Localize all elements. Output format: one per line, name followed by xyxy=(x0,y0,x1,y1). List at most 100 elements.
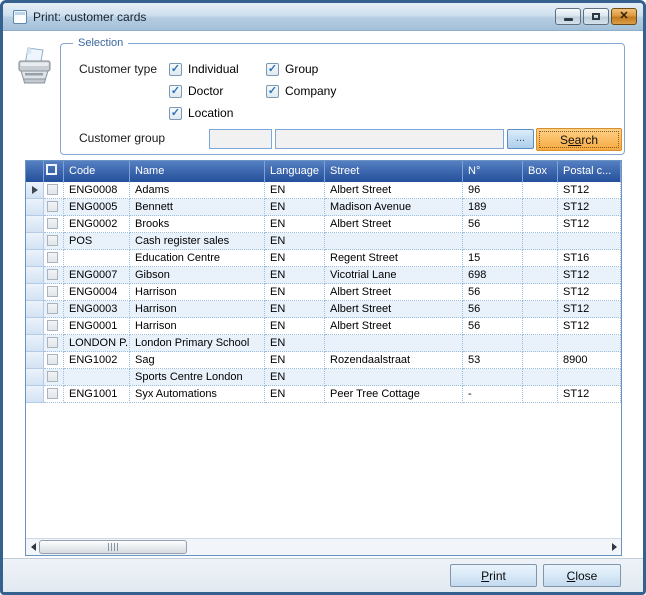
cell-postal[interactable]: ST12 xyxy=(558,301,621,318)
checkbox-option[interactable]: ✓ Individual xyxy=(169,58,266,80)
cell-language[interactable]: EN xyxy=(265,199,325,216)
row-selector-cell[interactable] xyxy=(26,199,44,216)
cell-postal[interactable]: ST12 xyxy=(558,216,621,233)
cell-no[interactable]: 56 xyxy=(463,318,523,335)
cell-language[interactable]: EN xyxy=(265,216,325,233)
restore-button[interactable] xyxy=(583,8,609,25)
cell-box[interactable] xyxy=(523,318,558,335)
cell-box[interactable] xyxy=(523,386,558,403)
row-checkbox-cell[interactable] xyxy=(44,386,64,403)
cell-box[interactable] xyxy=(523,284,558,301)
cell-box[interactable] xyxy=(523,233,558,250)
table-row[interactable]: Education Centre EN Regent Street 15 ST16 xyxy=(26,250,621,267)
cell-street[interactable] xyxy=(325,233,463,250)
cell-language[interactable]: EN xyxy=(265,369,325,386)
print-button[interactable]: Print xyxy=(450,564,537,587)
cell-language[interactable]: EN xyxy=(265,352,325,369)
scrollbar-thumb[interactable] xyxy=(39,540,187,554)
cell-box[interactable] xyxy=(523,301,558,318)
cell-postal[interactable]: ST12 xyxy=(558,386,621,403)
row-checkbox-cell[interactable] xyxy=(44,335,64,352)
table-row[interactable]: ENG0008 Adams EN Albert Street 96 ST12 xyxy=(26,182,621,199)
row-selector-cell[interactable] xyxy=(26,233,44,250)
cell-street[interactable]: Regent Street xyxy=(325,250,463,267)
column-header[interactable]: Postal c... xyxy=(558,161,621,182)
row-checkbox[interactable] xyxy=(47,269,58,280)
cell-postal[interactable] xyxy=(558,233,621,250)
cell-no[interactable] xyxy=(463,233,523,250)
cell-name[interactable]: Harrison xyxy=(130,284,265,301)
checkbox-icon[interactable]: ✓ xyxy=(266,62,279,76)
cell-street[interactable]: Madison Avenue xyxy=(325,199,463,216)
cell-code[interactable]: LONDON P... xyxy=(64,335,130,352)
column-header[interactable]: Code xyxy=(64,161,130,182)
scroll-right-arrow[interactable] xyxy=(607,539,621,555)
table-row[interactable]: ENG1001 Syx Automations EN Peer Tree Cottag… xyxy=(26,386,621,403)
cell-no[interactable]: 53 xyxy=(463,352,523,369)
row-selector-cell[interactable] xyxy=(26,386,44,403)
cell-code[interactable] xyxy=(64,369,130,386)
cell-no[interactable]: 56 xyxy=(463,284,523,301)
row-checkbox[interactable] xyxy=(47,388,58,399)
table-row[interactable]: ENG0003 Harrison EN Albert Street 56 ST12 xyxy=(26,301,621,318)
row-checkbox[interactable] xyxy=(47,235,58,246)
checkbox-icon[interactable]: ✓ xyxy=(169,84,182,98)
search-button[interactable]: Search xyxy=(536,128,622,151)
cell-postal[interactable] xyxy=(558,369,621,386)
table-row[interactable]: ENG0004 Harrison EN Albert Street 56 ST12 xyxy=(26,284,621,301)
cell-code[interactable]: ENG0007 xyxy=(64,267,130,284)
column-header[interactable]: Street xyxy=(325,161,463,182)
cell-code[interactable]: ENG0002 xyxy=(64,216,130,233)
cell-street[interactable]: Albert Street xyxy=(325,301,463,318)
row-checkbox-cell[interactable] xyxy=(44,199,64,216)
cell-name[interactable]: Sports Centre London xyxy=(130,369,265,386)
cell-code[interactable]: ENG0008 xyxy=(64,182,130,199)
cell-code[interactable]: ENG0005 xyxy=(64,199,130,216)
cell-box[interactable] xyxy=(523,335,558,352)
checkbox-option[interactable]: ✓ Location xyxy=(169,102,266,124)
cell-name[interactable]: Syx Automations xyxy=(130,386,265,403)
cell-street[interactable]: Vicotrial Lane xyxy=(325,267,463,284)
cell-no[interactable]: 96 xyxy=(463,182,523,199)
cell-name[interactable]: Sag xyxy=(130,352,265,369)
cell-name[interactable]: Harrison xyxy=(130,301,265,318)
cell-language[interactable]: EN xyxy=(265,318,325,335)
row-checkbox-cell[interactable] xyxy=(44,318,64,335)
cell-box[interactable] xyxy=(523,199,558,216)
table-row[interactable]: ENG0005 Bennett EN Madison Avenue 189 ST12 xyxy=(26,199,621,216)
row-checkbox-cell[interactable] xyxy=(44,352,64,369)
row-checkbox-cell[interactable] xyxy=(44,250,64,267)
customer-group-name-input[interactable] xyxy=(275,129,504,149)
cell-box[interactable] xyxy=(523,267,558,284)
cell-box[interactable] xyxy=(523,182,558,199)
cell-no[interactable]: 15 xyxy=(463,250,523,267)
cell-street[interactable]: Peer Tree Cottage xyxy=(325,386,463,403)
checkbox-icon[interactable]: ✓ xyxy=(169,62,182,76)
checkbox-option[interactable]: ✓ Group xyxy=(266,58,426,80)
close-button[interactable]: Close xyxy=(543,564,621,587)
table-row[interactable]: Sports Centre London EN xyxy=(26,369,621,386)
cell-street[interactable]: Rozendaalstraat xyxy=(325,352,463,369)
cell-language[interactable]: EN xyxy=(265,335,325,352)
cell-language[interactable]: EN xyxy=(265,233,325,250)
row-checkbox-cell[interactable] xyxy=(44,182,64,199)
row-selector-cell[interactable] xyxy=(26,216,44,233)
row-selector-cell[interactable] xyxy=(26,318,44,335)
row-selector-cell[interactable] xyxy=(26,267,44,284)
cell-code[interactable] xyxy=(64,250,130,267)
cell-name[interactable]: Adams xyxy=(130,182,265,199)
row-checkbox[interactable] xyxy=(47,303,58,314)
cell-language[interactable]: EN xyxy=(265,301,325,318)
cell-code[interactable]: POS xyxy=(64,233,130,250)
row-checkbox-cell[interactable] xyxy=(44,369,64,386)
cell-name[interactable]: Harrison xyxy=(130,318,265,335)
checkbox-icon[interactable]: ✓ xyxy=(266,84,279,98)
titlebar[interactable]: Print: customer cards ✕ xyxy=(3,3,643,31)
cell-street[interactable]: Albert Street xyxy=(325,182,463,199)
row-checkbox[interactable] xyxy=(47,218,58,229)
column-header[interactable]: Box xyxy=(523,161,558,182)
cell-postal[interactable]: ST16 xyxy=(558,250,621,267)
cell-language[interactable]: EN xyxy=(265,284,325,301)
row-checkbox-cell[interactable] xyxy=(44,301,64,318)
row-checkbox[interactable] xyxy=(47,286,58,297)
